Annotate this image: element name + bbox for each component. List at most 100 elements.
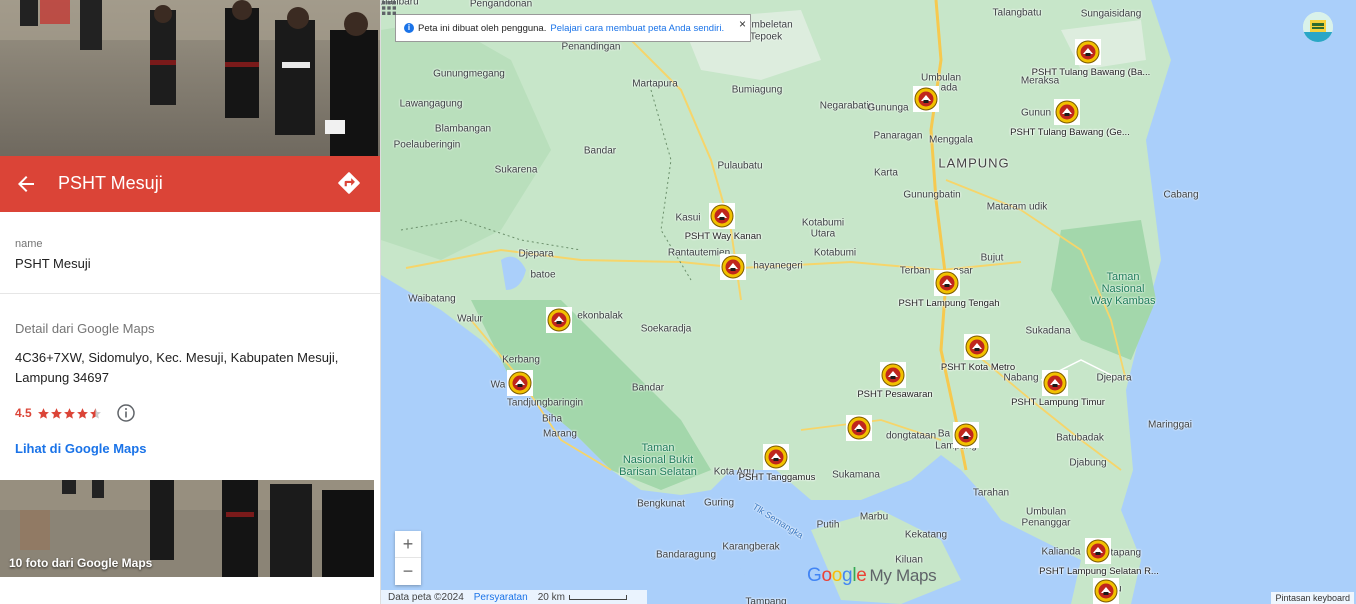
place-label: Sukamana [832,469,880,481]
google-wordmark-letter: o [821,565,832,586]
place-label: Tampang [745,596,787,604]
place-label: Blambangan [434,123,492,135]
marker-label[interactable]: PSHT Lampung Selatan R... [1039,566,1159,577]
terms-link[interactable]: Persyaratan [474,592,528,603]
psht-marker-icon[interactable] [720,254,746,280]
info-icon: i [404,23,414,33]
rating-stars [37,407,102,420]
psht-marker-icon[interactable] [1085,538,1111,564]
place-label: Pengandonan [469,0,533,10]
psht-marker-icon[interactable] [880,362,906,388]
address-text: 4C36+7XW, Sidomulyo, Kec. Mesuji, Kabupa… [15,350,339,385]
notice-text: Peta ini dibuat oleh pengguna. [418,22,547,34]
place-label: Maringgai [1148,419,1192,431]
place-label: Pulaubatu [717,160,763,172]
place-label: Penandingan [561,41,621,53]
account-avatar[interactable] [1303,12,1333,42]
map-canvas[interactable]: TanahbaruPengandonanPembeletanTepoekPena… [381,0,1356,604]
marker-label[interactable]: PSHT Pesawaran [857,389,932,400]
place-label: Marang [543,428,577,440]
info-icon[interactable] [116,403,136,423]
place-label: Lawangagung [399,98,463,110]
place-label: Djabung [1069,457,1107,469]
place-hero-photo[interactable] [0,0,380,156]
rating-row: 4.5 [15,403,136,423]
name-field-value: PSHT Mesuji [15,256,91,271]
my-maps-wordmark: My Maps [869,566,937,585]
place-label: Soekaradja [640,323,692,335]
psht-marker-icon[interactable] [846,415,872,441]
marker-label[interactable]: PSHT Tulang Bawang (Ba... [1032,67,1151,78]
place-label: Gunun [1020,107,1052,119]
place-header: PSHT Mesuji [0,156,380,212]
place-label: Gunungmegang [433,68,505,80]
place-label: Djepara [518,248,554,260]
place-label: Cabang [1163,189,1199,201]
zoom-in-button[interactable]: + [395,531,421,558]
sidebar-panel: PSHT Mesuji name PSHT Mesuji Detail dari… [0,0,381,604]
star-icon [63,407,75,419]
star-icon [37,407,49,419]
place-label: Guring [703,497,735,509]
google-wordmark-letter: g [842,565,853,586]
user-map-notice: i Peta ini dibuat oleh pengguna. Pelajar… [395,14,751,42]
place-label: Bujut [980,252,1004,264]
photo-count-label: 10 foto dari Google Maps [9,556,153,570]
place-label: Negarabatin [819,100,875,112]
google-wordmark-letter: e [856,565,867,586]
marker-label[interactable]: PSHT Lampung Tengah [898,298,999,309]
place-label: Kerbang [502,354,540,366]
keyboard-shortcuts-button[interactable]: Pintasan keyboard [1271,592,1354,604]
psht-marker-icon[interactable] [964,334,990,360]
place-label: Djepara [1096,372,1132,384]
psht-marker-icon[interactable] [934,270,960,296]
park-label: Taman Nasional Way Kambas [1090,271,1156,307]
scale-label[interactable]: 20 km [538,592,565,603]
place-label: Panaragan [873,130,923,142]
place-label: Penanggar [1021,517,1071,529]
place-label: Gunungbatin [903,189,961,201]
place-label: Poelauberingin [393,139,461,151]
psht-marker-icon[interactable] [1054,99,1080,125]
place-label: Sungaisidang [1080,8,1142,20]
marker-label[interactable]: PSHT Tulang Bawang (Ge... [1010,127,1130,138]
place-label: Kotabumi [813,247,857,259]
psht-marker-icon[interactable] [1093,578,1119,604]
apps-grid-icon[interactable] [381,0,397,16]
marker-label[interactable]: PSHT Tanggamus [739,472,816,483]
directions-icon[interactable] [336,170,362,196]
psht-marker-icon[interactable] [507,370,533,396]
place-label: Terban [899,265,931,277]
place-label: Bandaragung [655,549,717,561]
place-title: PSHT Mesuji [58,173,163,193]
marker-label[interactable]: PSHT Lampung Timur [1011,397,1105,408]
zoom-controls: + − [395,531,421,585]
photo-gallery[interactable]: 10 foto dari Google Maps [0,480,374,577]
back-arrow-icon[interactable] [14,172,38,196]
marker-label[interactable]: PSHT Kota Metro [941,362,1015,373]
place-label: ada [940,82,958,94]
psht-marker-icon[interactable] [709,203,735,229]
psht-marker-icon[interactable] [953,422,979,448]
place-label: Tepoek [749,31,783,43]
zoom-out-button[interactable]: − [395,558,421,585]
place-label: Bumiagung [731,84,783,96]
place-label: batoe [530,269,556,281]
learn-create-map-link[interactable]: Pelajari cara membuat peta Anda sendiri. [550,23,724,34]
psht-marker-icon[interactable] [546,307,572,333]
details-heading: Detail dari Google Maps [15,321,155,336]
psht-marker-icon[interactable] [1042,370,1068,396]
rating-value: 4.5 [15,406,32,420]
marker-label[interactable]: PSHT Way Kanan [685,231,762,242]
psht-marker-icon[interactable] [1075,39,1101,65]
place-label: Kekatang [904,529,948,541]
avatar-image [1303,12,1333,42]
google-wordmark-letter: o [831,565,843,586]
divider [0,293,380,294]
psht-marker-icon[interactable] [913,86,939,112]
star-icon [76,407,88,419]
view-in-google-maps-link[interactable]: Lihat di Google Maps [15,441,146,456]
close-icon[interactable]: × [739,17,746,31]
psht-marker-icon[interactable] [763,444,789,470]
place-label: Sukadana [1025,325,1071,337]
